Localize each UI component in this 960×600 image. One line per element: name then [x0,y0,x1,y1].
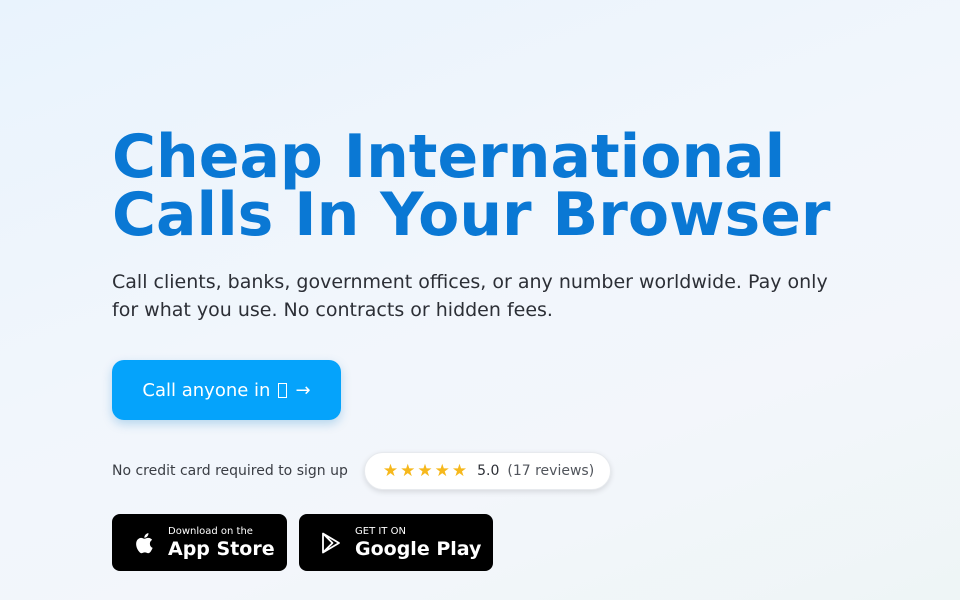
review-count: (17 reviews) [507,463,595,479]
star-icon: ★ [382,460,399,481]
arrow-right-icon: → [295,379,311,401]
page-title: Cheap International Calls In Your Browse… [112,127,872,245]
star-icon: ★ [451,460,468,481]
app-store-badges: Download on the App Store GET IT ON Goog… [112,514,493,571]
app-store-small-text: Download on the [168,525,253,537]
call-anyone-label: Call anyone in [142,379,271,401]
call-anyone-button[interactable]: Call anyone in → [112,360,341,420]
hero-subtitle: Call clients, banks, government offices,… [112,271,828,321]
app-store-text: Download on the App Store [168,526,275,560]
google-play-text: GET IT ON Google Play [355,526,481,560]
hero-section: Cheap International Calls In Your Browse… [112,127,872,324]
no-credit-card-note: No credit card required to sign up [112,463,348,479]
title-line-2: Calls In Your Browser [112,180,831,250]
app-store-button[interactable]: Download on the App Store [112,514,287,571]
google-play-button[interactable]: GET IT ON Google Play [299,514,493,571]
signup-meta-row: No credit card required to sign up ★ ★ ★… [112,452,612,490]
flag-icon [278,382,288,398]
google-play-small-text: GET IT ON [355,525,406,537]
star-icon: ★ [400,460,416,481]
star-icon: ★ [434,460,450,481]
play-icon [321,532,341,554]
star-icon: ★ [417,460,433,481]
google-play-big-text: Google Play [355,537,482,560]
apple-icon [134,532,154,554]
app-store-big-text: App Store [168,537,275,560]
rating-badge: ★ ★ ★ ★ ★ 5.0 (17 reviews) [363,452,612,490]
rating-score: 5.0 [477,463,500,479]
star-rating: ★ ★ ★ ★ ★ [382,460,468,481]
